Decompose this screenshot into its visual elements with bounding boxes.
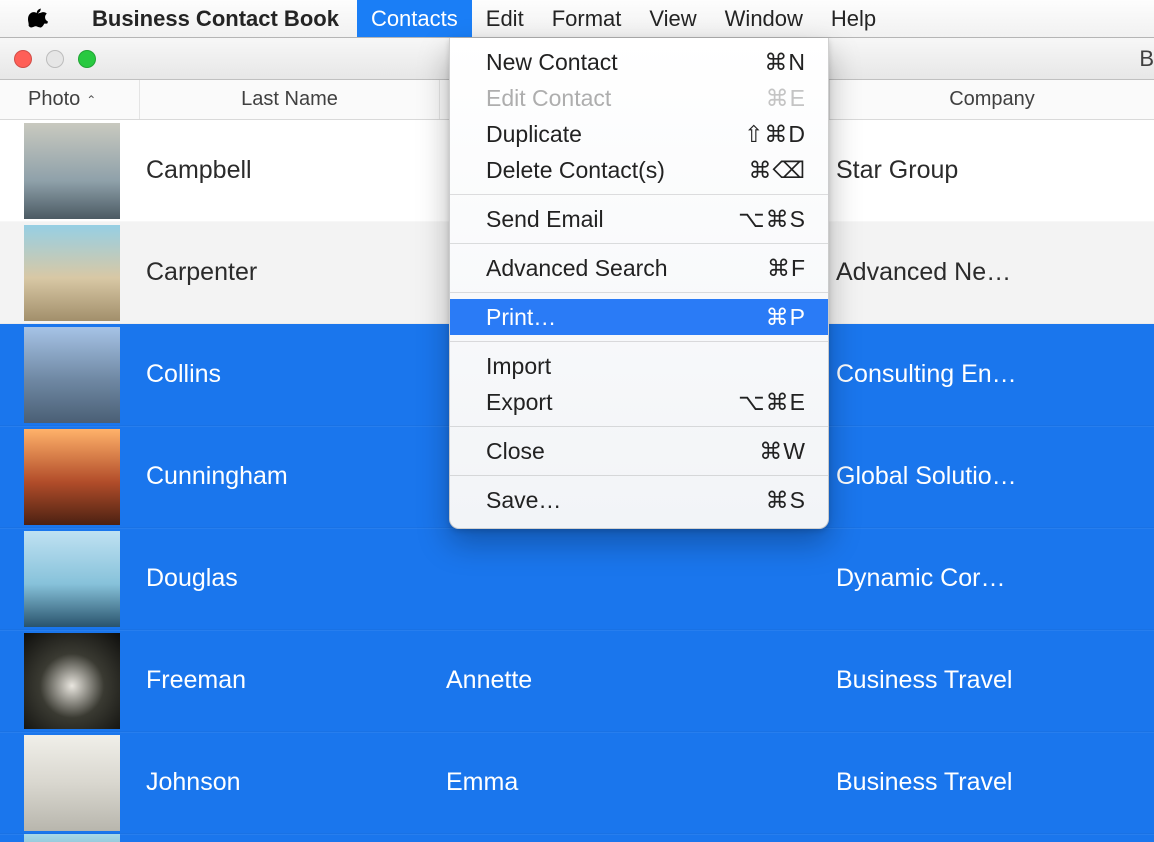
cell-photo (0, 123, 140, 219)
menu-item-label: Delete Contact(s) (486, 157, 665, 184)
cell-company: Business Travel (830, 666, 1154, 695)
menubar-app-name[interactable]: Business Contact Book (78, 0, 353, 37)
menu-item-label: Advanced Search (486, 255, 668, 282)
menubar-item-edit[interactable]: Edit (472, 0, 538, 37)
cell-last-name: Campbell (140, 156, 440, 185)
menu-separator (450, 194, 828, 195)
menu-item[interactable]: Duplicate ⇧⌘D (450, 116, 828, 152)
cell-photo (0, 735, 140, 831)
window-close-button[interactable] (14, 50, 32, 68)
traffic-lights (14, 50, 96, 68)
cell-photo (0, 531, 140, 627)
menu-separator (450, 426, 828, 427)
menu-item-label: Print… (486, 304, 556, 331)
menu-item-shortcut: ⌘⌫ (716, 157, 806, 184)
menu-item-shortcut: ⌥⌘S (716, 206, 806, 233)
menu-separator (450, 341, 828, 342)
menu-item-shortcut: ⌘W (716, 438, 806, 465)
cell-photo (0, 225, 140, 321)
window-title-fragment: B (1139, 46, 1154, 72)
menubar-item-format[interactable]: Format (538, 0, 636, 37)
cell-photo (0, 429, 140, 525)
cell-last-name: Douglas (140, 564, 440, 593)
contact-photo (24, 429, 120, 525)
cell-last-name: Freeman (140, 666, 440, 695)
menubar-item-help[interactable]: Help (817, 0, 890, 37)
menu-item[interactable]: Delete Contact(s) ⌘⌫ (450, 152, 828, 188)
window-minimize-button[interactable] (46, 50, 64, 68)
contacts-dropdown-menu: New Contact⌘NEdit Contact⌘EDuplicate⇧⌘DD… (449, 38, 829, 529)
menu-separator (450, 475, 828, 476)
menu-item[interactable]: Close ⌘W (450, 433, 828, 469)
column-header-company-label: Company (949, 88, 1035, 111)
cell-company: Advanced Ne… (830, 258, 1154, 287)
cell-company: Global Solutio… (830, 462, 1154, 491)
menubar-item-window[interactable]: Window (711, 0, 817, 37)
menu-item-label: Save… (486, 487, 561, 514)
menu-item-label: Import (486, 353, 551, 380)
menu-item-shortcut: ⌘S (716, 487, 806, 514)
menu-item[interactable]: Print… ⌘P (450, 299, 828, 335)
cell-last-name: Carpenter (140, 258, 440, 287)
menu-item-shortcut: ⇧⌘D (716, 121, 806, 148)
menu-item-label: Duplicate (486, 121, 582, 148)
cell-photo (0, 834, 140, 842)
contact-photo (24, 225, 120, 321)
menu-item-shortcut: ⌘E (716, 85, 806, 112)
sort-ascending-icon: ⌃ (86, 93, 96, 107)
menu-item[interactable]: Export ⌥⌘E (450, 384, 828, 420)
menu-item-shortcut: ⌘N (716, 49, 806, 76)
cell-company: Consulting En… (830, 360, 1154, 389)
menu-item-label: New Contact (486, 49, 618, 76)
table-row[interactable]: JohnsonEmmaBusiness Travel (0, 732, 1154, 834)
menu-item-shortcut: ⌥⌘E (716, 389, 806, 416)
menubar-item-view[interactable]: View (635, 0, 710, 37)
cell-first-name: Annette (440, 666, 830, 695)
menubar-item-contacts[interactable]: Contacts (357, 0, 472, 37)
contact-photo (24, 633, 120, 729)
cell-first-name: Emma (440, 768, 830, 797)
menu-item[interactable]: Advanced Search ⌘F (450, 250, 828, 286)
table-row[interactable] (0, 834, 1154, 842)
window-zoom-button[interactable] (78, 50, 96, 68)
contact-photo (24, 327, 120, 423)
column-header-photo-label: Photo (28, 88, 80, 111)
cell-company: Business Travel (830, 768, 1154, 797)
cell-photo (0, 633, 140, 729)
menu-item-label: Edit Contact (486, 85, 611, 112)
menu-separator (450, 243, 828, 244)
menu-item[interactable]: Send Email ⌥⌘S (450, 201, 828, 237)
cell-last-name: Collins (140, 360, 440, 389)
menu-item-shortcut: ⌘F (716, 255, 806, 282)
menu-item-label: Close (486, 438, 545, 465)
menu-item-label: Send Email (486, 206, 604, 233)
macos-menubar: Business Contact Book Contacts Edit Form… (0, 0, 1154, 38)
cell-photo (0, 327, 140, 423)
cell-company: Dynamic Cor… (830, 564, 1154, 593)
table-row[interactable]: FreemanAnnetteBusiness Travel (0, 630, 1154, 732)
contact-photo (24, 123, 120, 219)
menu-item[interactable]: Import (450, 348, 828, 384)
menu-item: Edit Contact ⌘E (450, 80, 828, 116)
column-header-last-name-label: Last Name (241, 88, 338, 111)
contact-photo (24, 735, 120, 831)
column-header-company[interactable]: Company (830, 80, 1154, 119)
cell-last-name: Johnson (140, 768, 440, 797)
menu-separator (450, 292, 828, 293)
menu-item-label: Export (486, 389, 552, 416)
menu-item[interactable]: Save… ⌘S (450, 482, 828, 518)
menu-item-shortcut: ⌘P (716, 304, 806, 331)
contact-photo (24, 834, 120, 842)
cell-last-name: Cunningham (140, 462, 440, 491)
contact-photo (24, 531, 120, 627)
column-header-photo[interactable]: Photo ⌃ (0, 80, 140, 119)
cell-company: Star Group (830, 156, 1154, 185)
apple-logo-icon[interactable] (28, 7, 48, 31)
menu-item[interactable]: New Contact ⌘N (450, 44, 828, 80)
column-header-last-name[interactable]: Last Name (140, 80, 440, 119)
table-row[interactable]: Douglas Dynamic Cor… (0, 528, 1154, 630)
